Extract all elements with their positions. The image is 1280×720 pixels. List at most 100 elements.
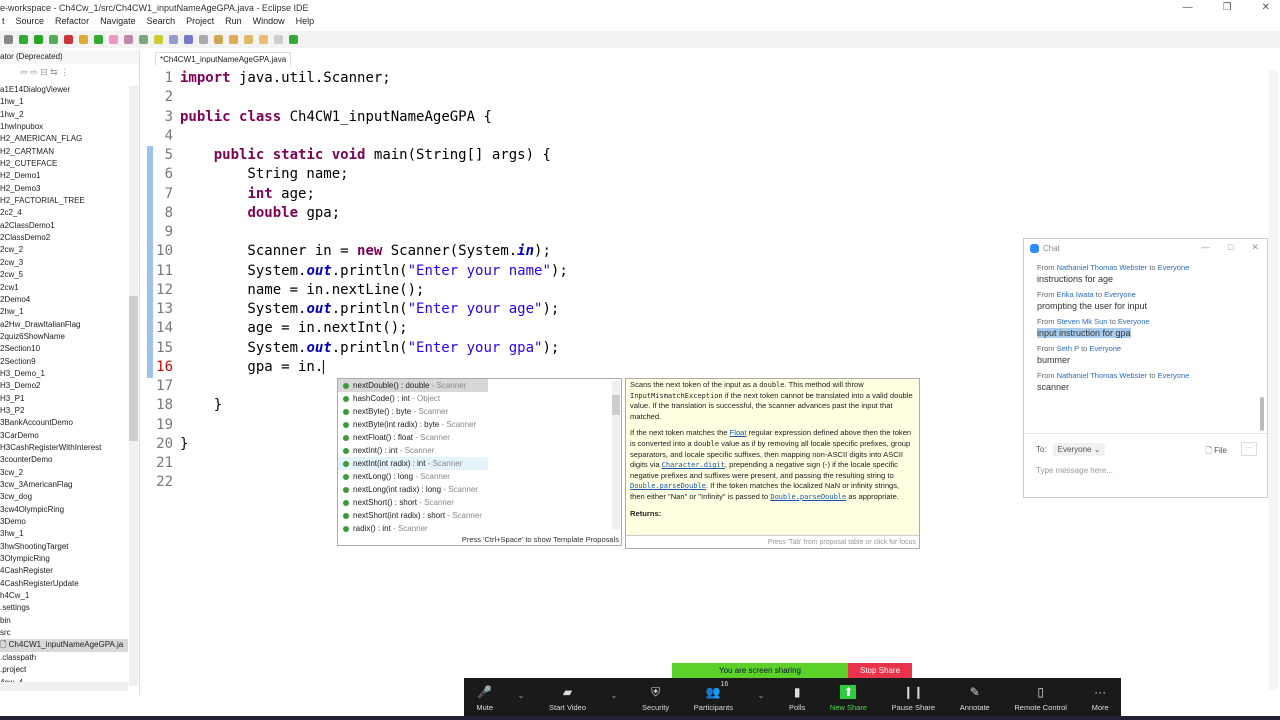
proposal-item[interactable]: nextDouble() : double - Scanner bbox=[338, 379, 488, 392]
tree-item[interactable]: h4Cw_1 bbox=[0, 590, 128, 602]
toolbar-icon[interactable] bbox=[169, 35, 178, 44]
tree-item[interactable]: 3hw_1 bbox=[0, 528, 128, 540]
tree-item[interactable]: H3_Demo_1 bbox=[0, 368, 128, 380]
code-line[interactable]: 12 name = in.nextLine(); bbox=[145, 281, 568, 300]
popup-scrollbar[interactable] bbox=[612, 381, 620, 529]
code-line[interactable]: 11 System.out.println("Enter your name")… bbox=[145, 262, 568, 281]
pause-share-button[interactable]: ❙❙ Pause Share bbox=[892, 685, 935, 712]
tree-item[interactable]: 3cw_dog bbox=[0, 491, 128, 503]
toolbar-icon[interactable] bbox=[184, 35, 193, 44]
sender-name[interactable]: Erika Iwata bbox=[1057, 290, 1094, 299]
tree-item[interactable]: bin bbox=[0, 615, 128, 627]
toolbar-icon[interactable] bbox=[109, 35, 118, 44]
parse-double-link[interactable]: Double.parseDouble bbox=[630, 482, 706, 490]
toolbar-icon[interactable] bbox=[274, 35, 283, 44]
editor-tab[interactable]: *Ch4CW1_inputNameAgeGPA.java bbox=[155, 52, 292, 66]
code-line[interactable]: 8 double gpa; bbox=[145, 204, 568, 223]
toolbar-icon[interactable] bbox=[49, 35, 58, 44]
tree-item[interactable]: a2Hw_DrawItalianFlag bbox=[0, 319, 128, 331]
tree-item[interactable]: H3_P2 bbox=[0, 405, 128, 417]
tree-item[interactable]: 2Demo4 bbox=[0, 294, 128, 306]
chat-scrollbar[interactable] bbox=[1260, 397, 1264, 431]
menu-item-run[interactable]: Run bbox=[225, 16, 242, 30]
tree-item[interactable]: H2_CUTEFACE bbox=[0, 158, 128, 170]
sender-name[interactable]: Nathaniel Thomas Webster bbox=[1057, 371, 1148, 380]
sender-name[interactable]: Seth P bbox=[1057, 344, 1079, 353]
chat-input[interactable]: Type message here... bbox=[1036, 466, 1255, 475]
annotate-button[interactable]: ✎ Annotate bbox=[960, 685, 990, 712]
more-button[interactable]: ··· More bbox=[1092, 685, 1109, 712]
recipient-name[interactable]: Everyone bbox=[1158, 263, 1190, 272]
proposal-item[interactable]: nextShort() : short - Scanner bbox=[338, 496, 488, 509]
tree-item[interactable]: a2ClassDemo1 bbox=[0, 220, 128, 232]
maximize-button[interactable]: □ bbox=[1228, 242, 1233, 253]
tree-item[interactable]: 2cw_3 bbox=[0, 257, 128, 269]
toolbar-icon[interactable] bbox=[94, 35, 103, 44]
proposal-item[interactable]: nextLong(int radix) : long - Scanner bbox=[338, 483, 488, 496]
tree-item[interactable]: H2_FACTORIAL_TREE bbox=[0, 195, 128, 207]
tree-item[interactable]: 3OlympicRing bbox=[0, 553, 128, 565]
tree-item[interactable]: 2hw_1 bbox=[0, 306, 128, 318]
tree-item[interactable]: 2c2_4 bbox=[0, 207, 128, 219]
menu-item-source[interactable]: Source bbox=[16, 16, 45, 30]
security-button[interactable]: ⛨ Security bbox=[642, 685, 669, 712]
tree-item[interactable]: H3CashRegisterWithInterest bbox=[0, 442, 128, 454]
proposal-item[interactable]: nextFloat() : float - Scanner bbox=[338, 431, 488, 444]
tree-item[interactable]: .settings bbox=[0, 602, 128, 614]
chevron-down-icon[interactable]: ⌄ bbox=[758, 691, 765, 700]
toolbar-icon[interactable] bbox=[214, 35, 223, 44]
sender-name[interactable]: Steven Mk Sun bbox=[1057, 317, 1108, 326]
recipient-name[interactable]: Everyone bbox=[1158, 371, 1190, 380]
participants-button[interactable]: 👥 16 Participants bbox=[694, 681, 733, 712]
toolbar-icon[interactable] bbox=[199, 35, 208, 44]
code-line[interactable]: 5 public static void main(String[] args)… bbox=[145, 146, 568, 165]
toolbar-icon[interactable] bbox=[4, 35, 13, 44]
parse-double-link[interactable]: Double.parseDouble bbox=[770, 493, 846, 501]
proposal-item[interactable]: nextInt(int radix) : int - Scanner bbox=[338, 457, 488, 470]
tree-item[interactable]: 2cw_2 bbox=[0, 244, 128, 256]
tree-item[interactable]: 3cw_2 bbox=[0, 467, 128, 479]
tree-item[interactable]: H3_Demo2 bbox=[0, 380, 128, 392]
tree-item[interactable]: 3cw4OlympicRing bbox=[0, 504, 128, 516]
file-button[interactable]: 🗋 File bbox=[1205, 445, 1227, 459]
horizontal-scrollbar[interactable] bbox=[0, 682, 128, 691]
menu-item-navigate[interactable]: Navigate bbox=[100, 16, 136, 30]
code-line[interactable]: 10 Scanner in = new Scanner(System.in); bbox=[145, 242, 568, 261]
sender-name[interactable]: Nathaniel Thomas Webster bbox=[1057, 263, 1148, 272]
code-line[interactable]: 15 System.out.println("Enter your gpa"); bbox=[145, 339, 568, 358]
tree-item[interactable]: H2_Demo3 bbox=[0, 183, 128, 195]
proposal-item[interactable]: nextInt() : int - Scanner bbox=[338, 444, 488, 457]
tree-item[interactable]: 2cw_5 bbox=[0, 269, 128, 281]
menu-item-window[interactable]: Window bbox=[253, 16, 285, 30]
recipient-select[interactable]: Everyone ⌄ bbox=[1052, 443, 1106, 456]
close-button[interactable]: ✕ bbox=[1262, 2, 1270, 13]
tree-item[interactable]: H2_CARTMAN bbox=[0, 146, 128, 158]
tree-item[interactable]: 2Section9 bbox=[0, 356, 128, 368]
tree-item[interactable]: H3_P1 bbox=[0, 393, 128, 405]
tree-item[interactable]: 🗋 Ch4CW1_inputNameAgeGPA.ja bbox=[0, 639, 128, 652]
code-line[interactable]: 16 gpa = in.| bbox=[145, 358, 568, 377]
tree-item[interactable]: 2Section10 bbox=[0, 343, 128, 355]
more-options-button[interactable]: ··· bbox=[1241, 442, 1257, 456]
toolbar-icon[interactable] bbox=[79, 35, 88, 44]
vertical-scrollbar[interactable] bbox=[129, 86, 138, 686]
tree-item[interactable]: 2cw1 bbox=[0, 282, 128, 294]
tree-item[interactable]: src bbox=[0, 627, 128, 639]
toolbar-icon[interactable] bbox=[154, 35, 163, 44]
code-line[interactable]: 3 public class Ch4CW1_inputNameAgeGPA { bbox=[145, 108, 568, 127]
toolbar-icon[interactable] bbox=[289, 35, 298, 44]
code-line[interactable]: 14 age = in.nextInt(); bbox=[145, 319, 568, 338]
menu-item-help[interactable]: Help bbox=[296, 16, 315, 30]
code-line[interactable]: 6 String name; bbox=[145, 165, 568, 184]
tree-item[interactable]: .project bbox=[0, 664, 128, 676]
proposal-item[interactable]: nextByte() : byte - Scanner bbox=[338, 405, 488, 418]
polls-button[interactable]: ▮ Polls bbox=[789, 685, 805, 712]
toolbar-icon[interactable] bbox=[34, 35, 43, 44]
toolbar-icon[interactable] bbox=[139, 35, 148, 44]
tree-item[interactable]: 3BankAccountDemo bbox=[0, 417, 128, 429]
chevron-down-icon[interactable]: ⌄ bbox=[518, 691, 525, 700]
proposal-item[interactable]: nextLong() : long - Scanner bbox=[338, 470, 488, 483]
tree-item[interactable]: 3hwShootingTarget bbox=[0, 541, 128, 553]
remote-control-button[interactable]: ▯ Remote Control bbox=[1014, 685, 1067, 712]
mute-button[interactable]: 🎤 Mute bbox=[476, 685, 493, 712]
